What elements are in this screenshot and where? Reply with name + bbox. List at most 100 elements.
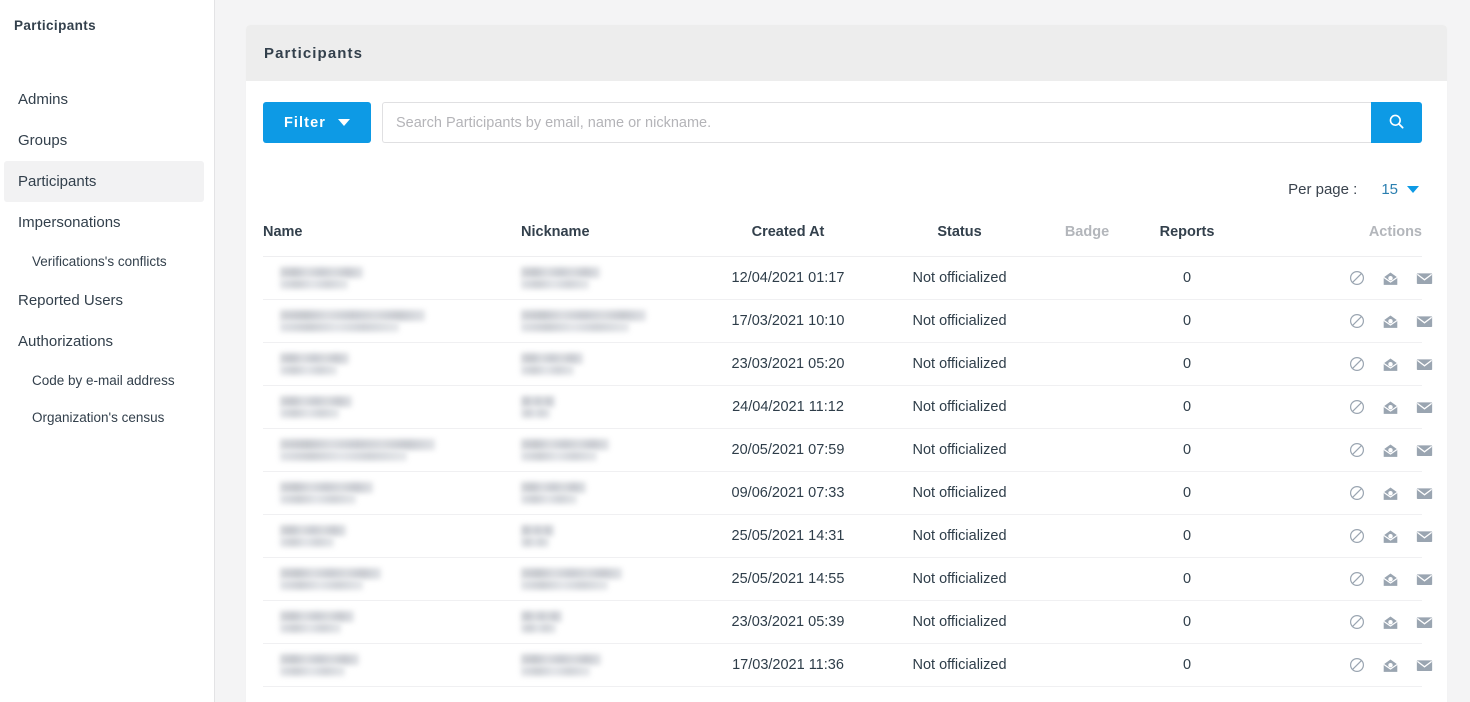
- search-icon: [1388, 113, 1405, 133]
- envelope-open-icon[interactable]: [1382, 658, 1399, 673]
- envelope-closed-icon[interactable]: [1416, 444, 1433, 457]
- column-header-created-at[interactable]: Created At: [699, 224, 877, 257]
- column-header-name[interactable]: Name: [263, 224, 521, 257]
- cell-created-at: 17/03/2021 11:36: [699, 643, 877, 687]
- column-header-status[interactable]: Status: [877, 224, 1042, 257]
- block-icon[interactable]: [1349, 657, 1365, 673]
- table-row[interactable]: 24/04/2021 11:12 Not officialized 0: [263, 385, 1433, 429]
- cell-actions: [1332, 600, 1433, 644]
- search-button[interactable]: [1371, 102, 1422, 143]
- table-row[interactable]: 25/05/2021 14:55 Not officialized 0: [263, 557, 1433, 601]
- cell-actions: [1332, 643, 1433, 687]
- sidebar-item-reported-users[interactable]: Reported Users: [4, 280, 204, 321]
- cell-spacer: [1242, 643, 1332, 687]
- sidebar: Participants Admins Groups Participants Imp…: [0, 0, 215, 702]
- cell-reports: 0: [1132, 428, 1242, 472]
- table-row[interactable]: 17/03/2021 11:36 Not officialized 0: [263, 643, 1433, 687]
- column-header-spacer: [1242, 224, 1332, 257]
- cell-reports: 0: [1132, 342, 1242, 386]
- sidebar-item-groups[interactable]: Groups: [4, 120, 204, 161]
- block-icon[interactable]: [1349, 571, 1365, 587]
- envelope-open-icon[interactable]: [1382, 572, 1399, 587]
- cell-badge: [1042, 514, 1132, 558]
- envelope-closed-icon[interactable]: [1416, 616, 1433, 629]
- envelope-closed-icon[interactable]: [1416, 272, 1433, 285]
- envelope-open-icon[interactable]: [1382, 314, 1399, 329]
- envelope-closed-icon[interactable]: [1416, 573, 1433, 586]
- sidebar-item-label: Authorizations: [18, 333, 114, 350]
- status-badge: Not officialized: [877, 557, 1042, 601]
- block-icon[interactable]: [1349, 442, 1365, 458]
- block-icon[interactable]: [1349, 614, 1365, 630]
- panel-body: Filter Search Participants by email, nam…: [246, 81, 1447, 687]
- table-row[interactable]: 23/03/2021 05:39 Not officialized 0: [263, 600, 1433, 644]
- redacted-name: [280, 267, 521, 289]
- sidebar-item-code-by-e-mail-address[interactable]: Code by e-mail address: [4, 362, 204, 399]
- redacted-nickname: [521, 396, 699, 418]
- status-badge: Not officialized: [877, 514, 1042, 558]
- cell-spacer: [1242, 428, 1332, 472]
- envelope-closed-icon[interactable]: [1416, 401, 1433, 414]
- sidebar-item-verifications-s-conflicts[interactable]: Verifications's conflicts: [4, 243, 204, 280]
- cell-actions: [1332, 557, 1433, 601]
- redacted-nickname: [521, 568, 699, 590]
- block-icon[interactable]: [1349, 356, 1365, 372]
- envelope-open-icon[interactable]: [1382, 400, 1399, 415]
- envelope-open-icon[interactable]: [1382, 486, 1399, 501]
- envelope-closed-icon[interactable]: [1416, 530, 1433, 543]
- table-row[interactable]: 09/06/2021 07:33 Not officialized 0: [263, 471, 1433, 515]
- column-header-badge[interactable]: Badge: [1042, 224, 1132, 257]
- cell-badge: [1042, 342, 1132, 386]
- block-icon[interactable]: [1349, 313, 1365, 329]
- envelope-closed-icon[interactable]: [1416, 487, 1433, 500]
- envelope-open-icon[interactable]: [1382, 443, 1399, 458]
- status-badge: Not officialized: [877, 299, 1042, 343]
- sidebar-item-impersonations[interactable]: Impersonations: [4, 202, 204, 243]
- block-icon[interactable]: [1349, 270, 1365, 286]
- sidebar-item-organization-s-census[interactable]: Organization's census: [4, 399, 204, 436]
- sidebar-item-authorizations[interactable]: Authorizations: [4, 321, 204, 362]
- envelope-open-icon[interactable]: [1382, 615, 1399, 630]
- cell-name: [263, 471, 521, 515]
- column-header-reports[interactable]: Reports: [1132, 224, 1242, 257]
- search-input[interactable]: [382, 102, 1371, 143]
- redacted-name: [280, 396, 521, 418]
- redacted-nickname: [521, 439, 699, 461]
- envelope-closed-icon[interactable]: [1416, 358, 1433, 371]
- envelope-open-icon[interactable]: [1382, 357, 1399, 372]
- filter-button[interactable]: Filter: [263, 102, 371, 143]
- cell-reports: 0: [1132, 385, 1242, 429]
- envelope-closed-icon[interactable]: [1416, 315, 1433, 328]
- cell-created-at: 23/03/2021 05:20: [699, 342, 877, 386]
- envelope-open-icon[interactable]: [1382, 271, 1399, 286]
- status-badge: Not officialized: [877, 256, 1042, 300]
- cell-nickname: [521, 299, 699, 343]
- cell-name: [263, 428, 521, 472]
- block-icon[interactable]: [1349, 485, 1365, 501]
- cell-name: [263, 600, 521, 644]
- block-icon[interactable]: [1349, 399, 1365, 415]
- sidebar-item-admins[interactable]: Admins: [4, 79, 204, 120]
- chevron-down-icon[interactable]: [1407, 186, 1419, 193]
- envelope-open-icon[interactable]: [1382, 529, 1399, 544]
- per-page-value[interactable]: 15: [1381, 181, 1398, 198]
- column-header-nickname[interactable]: Nickname: [521, 224, 699, 257]
- table-row[interactable]: 12/04/2021 01:17 Not officialized 0: [263, 256, 1433, 300]
- table-row[interactable]: 23/03/2021 05:20 Not officialized 0: [263, 342, 1433, 386]
- cell-name: [263, 342, 521, 386]
- sidebar-item-label: Code by e-mail address: [32, 373, 175, 388]
- envelope-closed-icon[interactable]: [1416, 659, 1433, 672]
- cell-name: [263, 256, 521, 300]
- sidebar-item-label: Participants: [18, 173, 97, 190]
- table-row[interactable]: 17/03/2021 10:10 Not officialized 0: [263, 299, 1433, 343]
- sidebar-item-label: Organization's census: [32, 410, 165, 425]
- cell-actions: [1332, 514, 1433, 558]
- cell-nickname: [521, 643, 699, 687]
- table-row[interactable]: 25/05/2021 14:31 Not officialized 0: [263, 514, 1433, 558]
- sidebar-item-participants[interactable]: Participants: [4, 161, 204, 202]
- block-icon[interactable]: [1349, 528, 1365, 544]
- cell-created-at: 12/04/2021 01:17: [699, 256, 877, 300]
- redacted-nickname: [521, 525, 699, 547]
- table-row[interactable]: 20/05/2021 07:59 Not officialized 0: [263, 428, 1433, 472]
- redacted-nickname: [521, 267, 699, 289]
